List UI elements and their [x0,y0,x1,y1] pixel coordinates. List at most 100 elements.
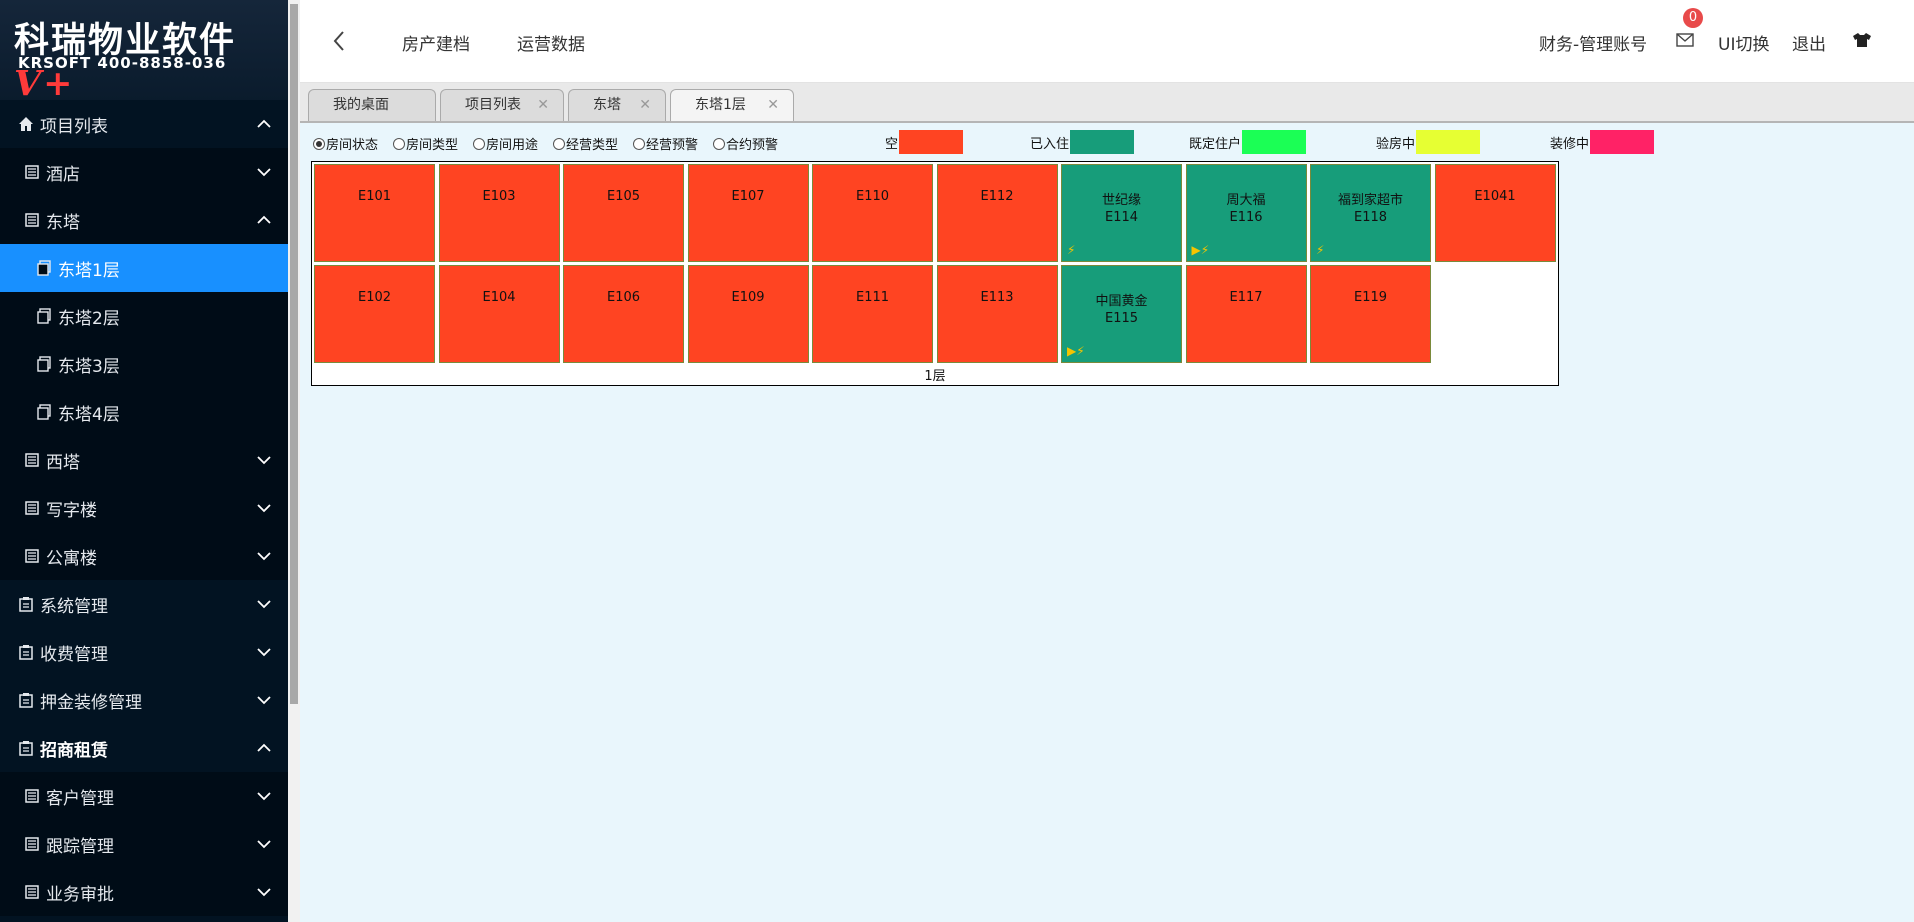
menu-operation-data[interactable]: 运营数据 [517,30,585,55]
book-icon [25,213,39,227]
radio-dot[interactable] [633,137,645,150]
tab-east-tower[interactable]: 东塔 ✕ [568,89,666,121]
sidebar-item-7[interactable]: 西塔 [0,436,288,484]
sidebar-item-label: 系统管理 [40,596,108,617]
radio-contract-warning[interactable]: 合约预警 [713,134,778,153]
room-code: E104 [482,290,516,305]
sidebar-item-label: 西塔 [46,452,80,473]
tab-east-tower-1f[interactable]: 东塔1层 ✕ [670,89,794,121]
close-icon[interactable]: ✕ [639,90,651,121]
room-code: E114 [1104,210,1139,225]
room-cell-e113[interactable]: E113 [936,265,1058,363]
sidebar-item-3[interactable]: 东塔1层 [0,244,288,292]
radio-dot[interactable] [553,137,565,150]
radio-room-usage[interactable]: 房间用途 [473,134,538,153]
radio-dot[interactable] [473,137,485,150]
room-code: E102 [357,290,392,305]
room-code: E110 [855,189,890,204]
room-cell-e101[interactable]: E101 [314,164,435,262]
room-cell-e119[interactable]: E119 [1310,265,1431,363]
mail-icon[interactable] [1676,33,1694,47]
tab-project-list[interactable]: 项目列表 ✕ [440,89,564,121]
sidebar-item-label: 东塔4层 [58,404,120,425]
chevron-down-icon [257,552,271,561]
sidebar-item-15[interactable]: 跟踪管理 [0,820,288,868]
sidebar-item-1[interactable]: 酒店 [0,148,288,196]
sidebar-item-9[interactable]: 公寓楼 [0,532,288,580]
book-icon [25,453,39,467]
room-cell-e106[interactable]: E106 [563,265,684,363]
back-icon[interactable] [332,30,346,52]
room-tenant: 周大福 [1226,193,1266,208]
legend-swatch [1070,130,1135,154]
room-cell-e103[interactable]: E103 [438,164,560,262]
account-name[interactable]: 财务-管理账号 [1539,30,1647,55]
sidebar-item-label: 东塔 [46,212,80,233]
ui-switch-button[interactable]: UI切换 [1718,30,1769,55]
legend-label: 空 [885,136,899,152]
clipboard-icon [19,741,33,756]
room-cell-e115[interactable]: 中国黄金 E115 ▶⚡ [1061,265,1182,363]
room-cell-e117[interactable]: E117 [1185,265,1307,363]
radio-business-type[interactable]: 经营类型 [553,134,618,153]
sidebar-item-11[interactable]: 收费管理 [0,628,288,676]
sidebar-item-13[interactable]: 招商租赁 [0,724,288,772]
radio-dot[interactable] [713,137,725,150]
tab-bar: 我的桌面 项目列表 ✕ 东塔 ✕ 东塔1层 ✕ [300,83,1914,123]
sidebar-item-14[interactable]: 客户管理 [0,772,288,820]
sidebar-item-12[interactable]: 押金装修管理 [0,676,288,724]
sidebar-item-0[interactable]: 项目列表 [0,100,288,148]
room-cell-e105[interactable]: E105 [563,164,684,262]
chevron-up-icon [257,743,271,752]
room-cell-e116[interactable]: 周大福 E116 ▶⚡ [1185,164,1307,262]
sidebar-item-2[interactable]: 东塔 [0,196,288,244]
radio-label: 合约预警 [726,138,779,153]
brand-hotline: KRSOFT 400-8858-036 [18,54,227,72]
room-cell-e111[interactable]: E111 [812,265,933,363]
chevron-down-icon [257,600,271,609]
radio-room-type[interactable]: 房间类型 [393,134,458,153]
room-cell-e102[interactable]: E102 [314,265,435,363]
theme-shirt-icon[interactable] [1852,32,1872,48]
tab-label: 我的桌面 [333,97,389,113]
chevron-down-icon [257,888,271,897]
sidebar-item-5[interactable]: 东塔3层 [0,340,288,388]
sidebar: 科瑞物业软件V+ KRSOFT 400-8858-036 项目列表 酒店 东塔 东塔1… [0,0,288,922]
room-cell-e107[interactable]: E107 [687,164,809,262]
room-cell-e118[interactable]: 福到家超市 E118 ⚡ [1310,164,1431,262]
legend-swatch [1590,130,1655,154]
radio-business-warning[interactable]: 经营预警 [633,134,698,153]
logout-button[interactable]: 退出 [1792,30,1826,55]
book-icon [25,165,39,179]
sidebar-item-10[interactable]: 系统管理 [0,580,288,628]
radio-dot[interactable] [393,137,405,150]
room-cell-e109[interactable]: E109 [687,265,809,363]
radio-dot[interactable] [313,137,325,150]
radio-room-status[interactable]: 房间状态 [313,134,378,153]
room-cell-e112[interactable]: E112 [936,164,1058,262]
room-status-icons: ▶⚡ [1191,243,1210,257]
sidebar-item-8[interactable]: 写字楼 [0,484,288,532]
room-cell-e104[interactable]: E104 [438,265,560,363]
room-code: E117 [1229,290,1263,305]
sidebar-item-label: 项目列表 [40,116,108,137]
room-cell-e1041[interactable]: E1041 [1434,164,1556,262]
sidebar-item-16[interactable]: 业务审批 [0,868,288,916]
chevron-down-icon [257,792,271,801]
close-icon[interactable]: ✕ [537,90,549,121]
sidebar-item-label: 业务审批 [46,884,114,905]
sidebar-scrollbar[interactable] [288,0,300,922]
scrollbar-thumb[interactable] [290,4,298,704]
close-icon[interactable]: ✕ [767,90,779,121]
sidebar-item-label: 东塔1层 [58,260,120,281]
chevron-down-icon [257,456,271,465]
room-cell-e110[interactable]: E110 [812,164,933,262]
book-icon [25,549,39,563]
room-cell-e114[interactable]: 世纪缘 E114 ⚡ [1061,164,1182,262]
chevron-down-icon [257,168,271,177]
tab-my-desktop[interactable]: 我的桌面 [308,89,436,121]
menu-property-archive[interactable]: 房产建档 [402,30,470,55]
sidebar-item-label: 东塔3层 [58,356,120,377]
sidebar-item-6[interactable]: 东塔4层 [0,388,288,436]
sidebar-item-4[interactable]: 东塔2层 [0,292,288,340]
